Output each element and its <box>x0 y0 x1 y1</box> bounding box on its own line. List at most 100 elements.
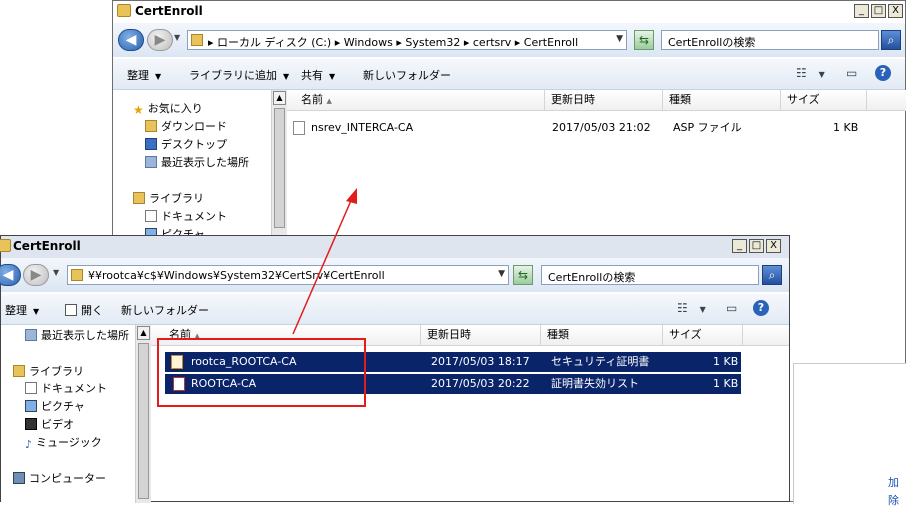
front-title-bar[interactable]: CertEnroll _ □ X <box>0 236 789 258</box>
back-address-bar[interactable]: ▸ ローカル ディスク (C:) ▸ Windows ▸ System32 ▸ … <box>187 30 627 50</box>
document-icon <box>25 382 37 394</box>
file-type: 証明書失効リスト <box>551 377 639 390</box>
back-nav-button[interactable]: ◀ <box>118 29 144 51</box>
front-address-path: ¥¥rootca¥c$¥Windows¥System32¥CertSrv¥Cer… <box>88 269 385 282</box>
file-date: 2017/05/03 18:17 <box>431 355 530 368</box>
column-date[interactable]: 更新日時 <box>421 325 541 345</box>
nav-recent[interactable]: 最近表示した場所 <box>145 154 249 170</box>
scroll-thumb[interactable] <box>138 343 149 499</box>
nav-music[interactable]: ♪ ミュージック <box>25 434 102 451</box>
column-size[interactable]: サイズ <box>781 90 867 110</box>
preview-pane-icon[interactable]: ▭ <box>846 66 857 80</box>
refresh-button[interactable]: ⇆ <box>513 265 533 285</box>
file-size: 1 KB <box>713 377 739 390</box>
minimize-button[interactable]: _ <box>732 239 747 253</box>
nav-favorites[interactable]: ★ お気に入り <box>133 100 203 117</box>
nav-pictures[interactable]: ピクチャ <box>25 398 85 414</box>
back-window-title: CertEnroll <box>135 4 203 18</box>
file-size: 1 KB <box>713 355 739 368</box>
folder-icon <box>191 34 203 46</box>
chevron-down-icon[interactable]: ▼ <box>616 34 623 44</box>
front-toolbar: 整理 ▼ 開く 新しいフォルダー ☷ ▼ ▭ ? <box>1 294 789 325</box>
column-date[interactable]: 更新日時 <box>545 90 663 110</box>
column-size[interactable]: サイズ <box>663 325 743 345</box>
maximize-button[interactable]: □ <box>871 4 886 18</box>
file-name: nsrev_INTERCA-CA <box>311 121 414 134</box>
nav-recent[interactable]: 最近表示した場所 <box>25 327 129 343</box>
video-icon <box>25 418 37 430</box>
star-icon: ★ <box>133 103 144 117</box>
partial-text: 加 <box>888 476 899 489</box>
search-button[interactable]: ⌕ <box>762 265 782 285</box>
view-options-icon[interactable]: ☷ ▼ <box>677 301 706 315</box>
file-icon <box>293 121 305 135</box>
music-icon: ♪ <box>25 438 33 451</box>
refresh-button[interactable]: ⇆ <box>634 30 654 50</box>
library-icon <box>133 192 145 204</box>
organize-menu[interactable]: 整理 ▼ <box>127 67 161 83</box>
forward-nav-button[interactable]: ▶ <box>147 29 173 51</box>
nav-documents[interactable]: ドキュメント <box>145 208 227 224</box>
file-type: ASP ファイル <box>673 121 742 134</box>
help-icon[interactable]: ? <box>753 300 769 316</box>
recent-places-icon <box>25 329 37 341</box>
organize-menu[interactable]: 整理 ▼ <box>5 302 39 318</box>
file-date: 2017/05/03 20:22 <box>431 377 530 390</box>
open-button[interactable]: 開く <box>65 302 103 318</box>
nav-libraries[interactable]: ライブラリ <box>133 190 204 206</box>
back-search-input[interactable]: CertEnrollの検索 <box>661 30 879 50</box>
computer-icon <box>13 472 25 484</box>
maximize-button[interactable]: □ <box>749 239 764 253</box>
help-icon[interactable]: ? <box>875 65 891 81</box>
nav-libraries[interactable]: ライブラリ <box>13 363 84 379</box>
open-icon <box>65 304 77 316</box>
nav-downloads[interactable]: ダウンロード <box>145 118 227 134</box>
picture-icon <box>25 400 37 412</box>
back-nav-scrollbar[interactable]: ▲ <box>271 90 287 236</box>
preview-pane-icon[interactable]: ▭ <box>726 301 737 315</box>
forward-nav-button[interactable]: ▶ <box>23 264 49 286</box>
column-type[interactable]: 種類 <box>663 90 781 110</box>
search-button[interactable]: ⌕ <box>881 30 901 50</box>
table-row[interactable]: nsrev_INTERCA-CA 2017/05/03 21:02 ASP ファ… <box>287 118 887 138</box>
details-pane-border: 加 除 <box>793 363 906 507</box>
nav-documents[interactable]: ドキュメント <box>25 380 107 396</box>
share-menu[interactable]: 共有 ▼ <box>301 67 335 83</box>
front-nav-scrollbar[interactable]: ▲ <box>135 325 151 503</box>
front-address-area: ◀ ▶ ▼ ¥¥rootca¥c$¥Windows¥System32¥CertS… <box>0 258 789 292</box>
folder-icon <box>71 269 83 281</box>
folder-icon <box>117 4 131 17</box>
chevron-down-icon[interactable]: ▼ <box>498 269 505 279</box>
back-title-bar[interactable]: CertEnroll _ □ X <box>113 1 905 23</box>
close-button[interactable]: X <box>766 239 781 253</box>
front-navigation-pane: 最近表示した場所 ライブラリ ドキュメント ピクチャ ビデオ ♪ ミュージック コ… <box>1 325 135 503</box>
desktop-icon <box>145 138 157 150</box>
scroll-up-icon[interactable]: ▲ <box>137 326 150 340</box>
new-folder-button[interactable]: 新しいフォルダー <box>121 302 209 318</box>
back-nav-button[interactable]: ◀ <box>0 264 21 286</box>
document-icon <box>145 210 157 222</box>
new-folder-button[interactable]: 新しいフォルダー <box>363 67 451 83</box>
back-toolbar: 整理 ▼ ライブラリに追加 ▼ 共有 ▼ 新しいフォルダー ☷ ▼ ▭ ? <box>113 59 905 90</box>
folder-icon <box>0 239 11 252</box>
add-to-library-menu[interactable]: ライブラリに追加 ▼ <box>189 67 289 83</box>
scroll-thumb[interactable] <box>274 108 285 228</box>
view-options-icon[interactable]: ☷ ▼ <box>796 66 825 80</box>
column-name[interactable]: 名前 ▲ <box>287 90 545 110</box>
back-navigation-pane: ★ お気に入り ダウンロード デスクトップ 最近表示した場所 ライブラリ ドキュメ… <box>113 90 271 236</box>
back-column-header: 名前 ▲ 更新日時 種類 サイズ <box>287 90 906 111</box>
nav-desktop[interactable]: デスクトップ <box>145 136 227 152</box>
close-button[interactable]: X <box>888 4 903 18</box>
back-address-area: ◀ ▶ ▼ ▸ ローカル ディスク (C:) ▸ Windows ▸ Syste… <box>113 23 905 57</box>
front-window-title: CertEnroll <box>13 239 81 253</box>
history-dropdown-icon[interactable]: ▼ <box>53 268 59 277</box>
front-address-bar[interactable]: ¥¥rootca¥c$¥Windows¥System32¥CertSrv¥Cer… <box>67 265 509 285</box>
nav-computer[interactable]: コンピューター <box>13 470 106 486</box>
scroll-up-icon[interactable]: ▲ <box>273 91 286 105</box>
library-icon <box>13 365 25 377</box>
nav-videos[interactable]: ビデオ <box>25 416 74 432</box>
history-dropdown-icon[interactable]: ▼ <box>174 33 180 42</box>
column-type[interactable]: 種類 <box>541 325 663 345</box>
minimize-button[interactable]: _ <box>854 4 869 18</box>
front-search-input[interactable]: CertEnrollの検索 <box>541 265 759 285</box>
